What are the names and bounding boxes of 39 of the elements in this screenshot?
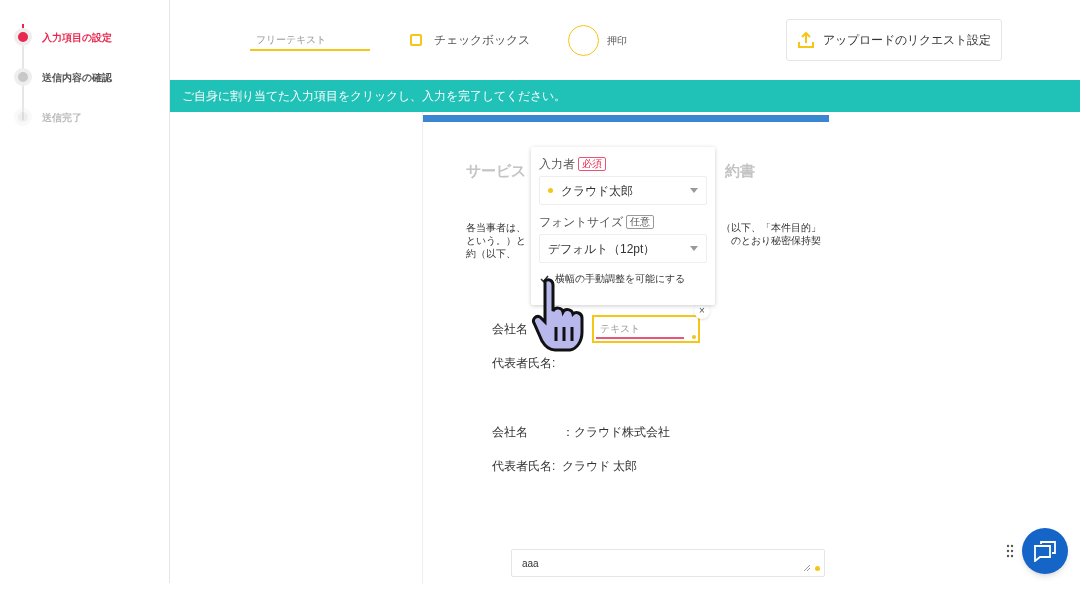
document-title: 約書 [725,161,755,181]
checkbox-label: 横幅の手動調整を可能にする [555,272,685,286]
text-input-field[interactable]: テキスト [592,314,700,343]
resize-handle-icon [803,564,811,572]
badge: 任意 [626,215,654,229]
field-value: クラウド 太郎 [562,457,638,475]
step-label: 送信完了 [42,110,82,125]
checkbox-tool[interactable]: チェックボックス [410,31,530,49]
field-label: 会社名 [492,320,529,338]
document-title: サービス [466,161,526,181]
upload-icon [797,31,815,49]
chat-icon [1033,540,1057,562]
drag-handle-icon[interactable] [1006,544,1014,558]
step-label: 入力項目の設定 [42,30,112,45]
paragraph-text: のとおり秘密保持契 [731,233,821,247]
text-input-field[interactable]: aaa [511,549,825,577]
caret-icon [690,188,698,193]
badge: 必須 [578,157,606,171]
paragraph-text: 各当事者は、 [466,220,526,234]
caret-icon [690,246,698,251]
field-label: 入力者 [539,156,575,173]
checkbox-icon [410,34,422,46]
step-label: 送信内容の確認 [42,70,112,85]
checkbox[interactable] [539,273,550,284]
field-value: クラウド株式会社 [574,423,670,441]
stamp-tool[interactable]: 押印 [568,24,627,56]
upload-request-settings-button[interactable]: アップロードのリクエスト設定 [786,19,1002,61]
field-label: 会社名 [492,423,529,441]
field-label: 代表者氏名: [492,354,557,372]
assignee-dropdown[interactable]: クラウド太郎 [539,176,707,205]
font-size-dropdown[interactable]: デフォルト（12pt） [539,234,707,263]
paragraph-text: という。）と [466,233,526,247]
field-label: 代表者氏名: [492,457,557,475]
instruction-banner: ご自身に割り当てた入力項目をクリックし、入力を完了してください。 [170,80,1080,112]
paragraph-text: （以下、「本件目的」 [721,220,821,234]
paragraph-text: 約（以下、 [466,246,516,260]
chat-button[interactable] [1022,528,1068,574]
field-label: フォントサイズ [539,214,623,231]
colon-separator: ： [562,423,574,441]
